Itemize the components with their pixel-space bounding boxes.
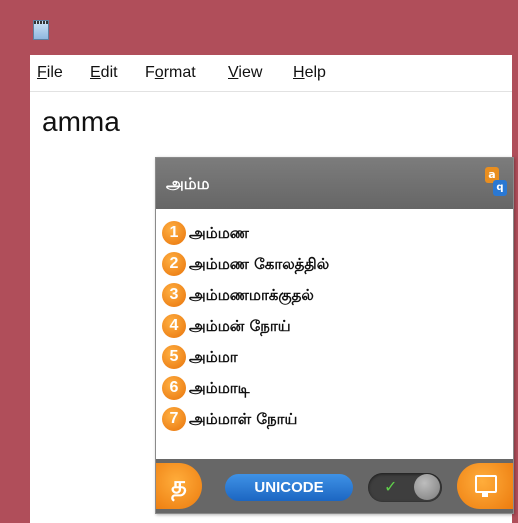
logo-b: q (493, 180, 507, 196)
composition-text: அம்ம (166, 174, 210, 193)
candidate-text: அம்மண கோலத்தில் (189, 255, 330, 273)
candidate-number-badge: 2 (162, 252, 186, 276)
monitor-icon (475, 475, 497, 493)
candidate-number-badge: 6 (162, 376, 186, 400)
ime-header: அம்ம a q (156, 158, 513, 209)
candidate-number-badge: 1 (162, 221, 186, 245)
candidate-number-badge: 3 (162, 283, 186, 307)
notepad-icon[interactable] (33, 20, 49, 40)
menu-file[interactable]: File (37, 64, 63, 82)
ime-logo-icon[interactable]: a q (485, 167, 507, 199)
tamil-language-button[interactable]: த (156, 463, 202, 509)
candidate-item[interactable]: 7 அம்மாள் நோய் (162, 406, 502, 436)
window-frame-left (0, 55, 30, 523)
menu-bar: File Edit Format View Help (30, 55, 512, 92)
candidate-item[interactable]: 5 அம்மா (162, 344, 502, 374)
candidate-text: அம்மன் நோய் (189, 317, 291, 335)
ime-candidate-popup: அம்ம a q 1 அம்மண 2 அம்மண கோலத்தில் 3 அம்… (155, 157, 514, 514)
candidate-text: அம்மணமாக்குதல் (189, 286, 314, 304)
candidate-item[interactable]: 3 அம்மணமாக்குதல் (162, 282, 502, 312)
ime-enable-toggle[interactable]: ✓ (368, 473, 442, 502)
candidate-text: அம்மா (189, 348, 238, 366)
candidate-text: அம்மாடி (189, 379, 250, 397)
candidate-item[interactable]: 1 அம்மண (162, 220, 502, 250)
candidate-item[interactable]: 2 அம்மண கோலத்தில் (162, 251, 502, 281)
candidate-text: அம்மண (189, 224, 249, 242)
unicode-encoding-button[interactable]: UNICODE (225, 474, 353, 501)
menu-help[interactable]: Help (293, 64, 326, 82)
menu-edit[interactable]: Edit (90, 64, 118, 82)
candidate-item[interactable]: 4 அம்மன் நோய் (162, 313, 502, 343)
editor-content: amma (42, 106, 120, 137)
menu-format[interactable]: Format (145, 64, 196, 82)
candidate-number-badge: 4 (162, 314, 186, 338)
keyboard-display-button[interactable] (457, 463, 513, 509)
monitor-stand-icon (482, 492, 488, 497)
toggle-knob (414, 474, 440, 500)
title-bar (0, 0, 518, 55)
candidate-number-badge: 7 (162, 407, 186, 431)
candidate-number-badge: 5 (162, 345, 186, 369)
ime-toolbar: த UNICODE ✓ (156, 459, 513, 513)
check-icon: ✓ (384, 477, 398, 496)
candidate-item[interactable]: 6 அம்மாடி (162, 375, 502, 405)
menu-view[interactable]: View (228, 64, 262, 82)
candidate-text: அம்மாள் நோய் (189, 410, 298, 428)
